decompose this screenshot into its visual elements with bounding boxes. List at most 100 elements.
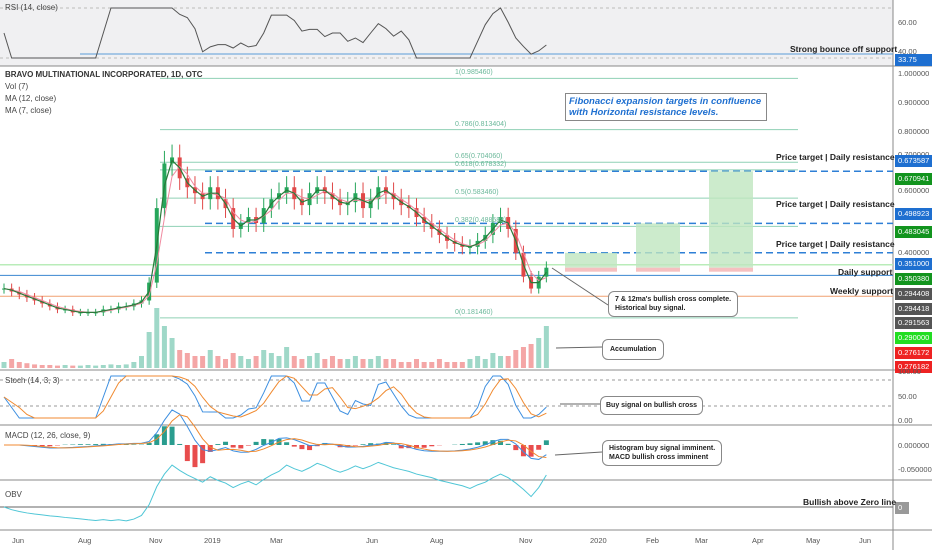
callout-pointer [555, 346, 603, 349]
macd-histogram-bar [184, 445, 190, 462]
target-label-3: Price target | Daily resistance [776, 239, 895, 249]
volume-bar [299, 359, 305, 368]
volume-bar [414, 359, 419, 368]
volume-bar [1, 362, 7, 368]
macd-histogram-bar [505, 443, 511, 445]
volume-bar [436, 359, 442, 368]
rsi-tick-60: 60.00 [898, 18, 917, 27]
price-tick: 1.000000 [898, 69, 930, 78]
stoch-legend[interactable]: Stoch (14, 3, 3) [5, 375, 60, 387]
callout-pointer [551, 267, 609, 306]
volume-bar [261, 350, 267, 368]
volume-bar [307, 356, 313, 368]
macd-histogram-bar [169, 426, 175, 445]
volume-bar [452, 362, 458, 368]
volume-bar [314, 353, 320, 368]
price-target-box [636, 223, 680, 268]
price-tag: 0.673587 [895, 155, 932, 167]
rsi-note: Strong bounce off support [790, 44, 898, 54]
volume-bar [536, 338, 542, 368]
price-tag: 0.498923 [895, 208, 932, 220]
volume-bar [345, 359, 351, 368]
price-tag: 0.294418 [895, 303, 932, 315]
volume-bar [39, 365, 45, 368]
price-legend: BRAVO MULTINATIONAL INCORPORATED, 1D, OT… [5, 69, 202, 117]
macd-legend[interactable]: MACD (12, 26, close, 9) [5, 430, 90, 442]
price-tag: 0.670941 [895, 173, 932, 185]
stoch-tick-50: 50.00 [898, 392, 917, 401]
study-ma7[interactable]: MA (7, close) [5, 105, 202, 117]
volume-bar [475, 356, 481, 368]
volume-bar [329, 356, 335, 368]
macd-histogram-bar [230, 445, 236, 448]
macd-histogram-bar [391, 444, 397, 445]
fib-level-label: 0.65(0.704060) [455, 153, 503, 161]
macd-histogram-bar [77, 444, 83, 445]
volume-bar [54, 365, 60, 368]
macd-histogram-bar [215, 444, 221, 445]
volume-bar [146, 332, 152, 368]
time-axis-label: Jun [12, 536, 25, 545]
daily-support-label: Daily support [838, 267, 893, 277]
volume-bar [93, 365, 99, 368]
time-axis-label: Mar [695, 536, 708, 545]
volume-bar [482, 359, 488, 368]
volume-bar [223, 359, 229, 368]
volume-bar [284, 347, 290, 368]
volume-bar [32, 364, 38, 368]
stoch-k-line [3, 375, 547, 419]
volume-bar [169, 338, 175, 368]
macd-histogram-bar [299, 445, 305, 450]
study-volume[interactable]: Vol (7) [5, 81, 202, 93]
macd-histogram-bar [421, 445, 427, 448]
volume-bar [513, 350, 519, 368]
volume-bar [360, 359, 366, 368]
fib-level-label: 0.382(0.488588) [455, 217, 507, 225]
target-label-1: Price target | Daily resistance [776, 152, 895, 162]
macd-histogram-bar [475, 442, 481, 445]
volume-bar [253, 356, 259, 368]
macd-callout: Histogram buy signal imminent. MACD bull… [602, 440, 723, 466]
volume-bar [200, 356, 206, 368]
price-tick: 0.400000 [898, 248, 930, 257]
rsi-legend[interactable]: RSI (14, close) [5, 2, 58, 14]
volume-bar [24, 363, 30, 368]
obv-note: Bullish above Zero line [803, 497, 897, 507]
price-tag: 0.350380 [895, 273, 932, 285]
volume-bar [398, 362, 404, 368]
obv-line [3, 461, 547, 522]
ma-7-line [3, 159, 547, 313]
price-tick: 0.900000 [898, 98, 930, 107]
fib-level-label: 0(0.181460) [455, 308, 493, 316]
price-tag: 0.290000 [895, 332, 932, 344]
time-axis-label: 2020 [590, 536, 607, 545]
time-axis-label: 2019 [204, 536, 221, 545]
time-axis-label: Aug [78, 536, 92, 545]
volume-bar [177, 350, 183, 368]
price-tick: 0.800000 [898, 127, 930, 136]
macd-tick-0: 0.000000 [898, 441, 930, 450]
time-axis-label: Mar [270, 536, 283, 545]
macd-histogram-bar [261, 439, 267, 445]
macd-histogram-bar [291, 445, 297, 447]
fib-note-line: Fibonacci expansion targets in confluenc… [569, 96, 762, 107]
volume-bar [215, 356, 221, 368]
stoch-callout: Buy signal on bullish cross [600, 396, 704, 415]
price-tick: 0.600000 [898, 186, 930, 195]
symbol-title[interactable]: BRAVO MULTINATIONAL INCORPORATED, 1D, OT… [5, 69, 202, 81]
macd-histogram-bar [93, 444, 99, 445]
macd-tick-neg: -0.050000 [898, 465, 932, 474]
volume-bar [47, 365, 53, 368]
volume-bar [62, 365, 68, 368]
volume-bar [9, 359, 15, 368]
obv-legend[interactable]: OBV [5, 489, 22, 501]
risk-box [636, 267, 680, 272]
callout-line: Historical buy signal. [615, 305, 686, 312]
volume-bar [391, 359, 397, 368]
volume-bar [230, 353, 236, 368]
volume-bar [520, 347, 526, 368]
study-ma12[interactable]: MA (12, close) [5, 93, 202, 105]
macd-histogram-bar [177, 443, 183, 445]
volume-bar [383, 359, 389, 368]
time-axis-label: Jun [859, 536, 872, 545]
